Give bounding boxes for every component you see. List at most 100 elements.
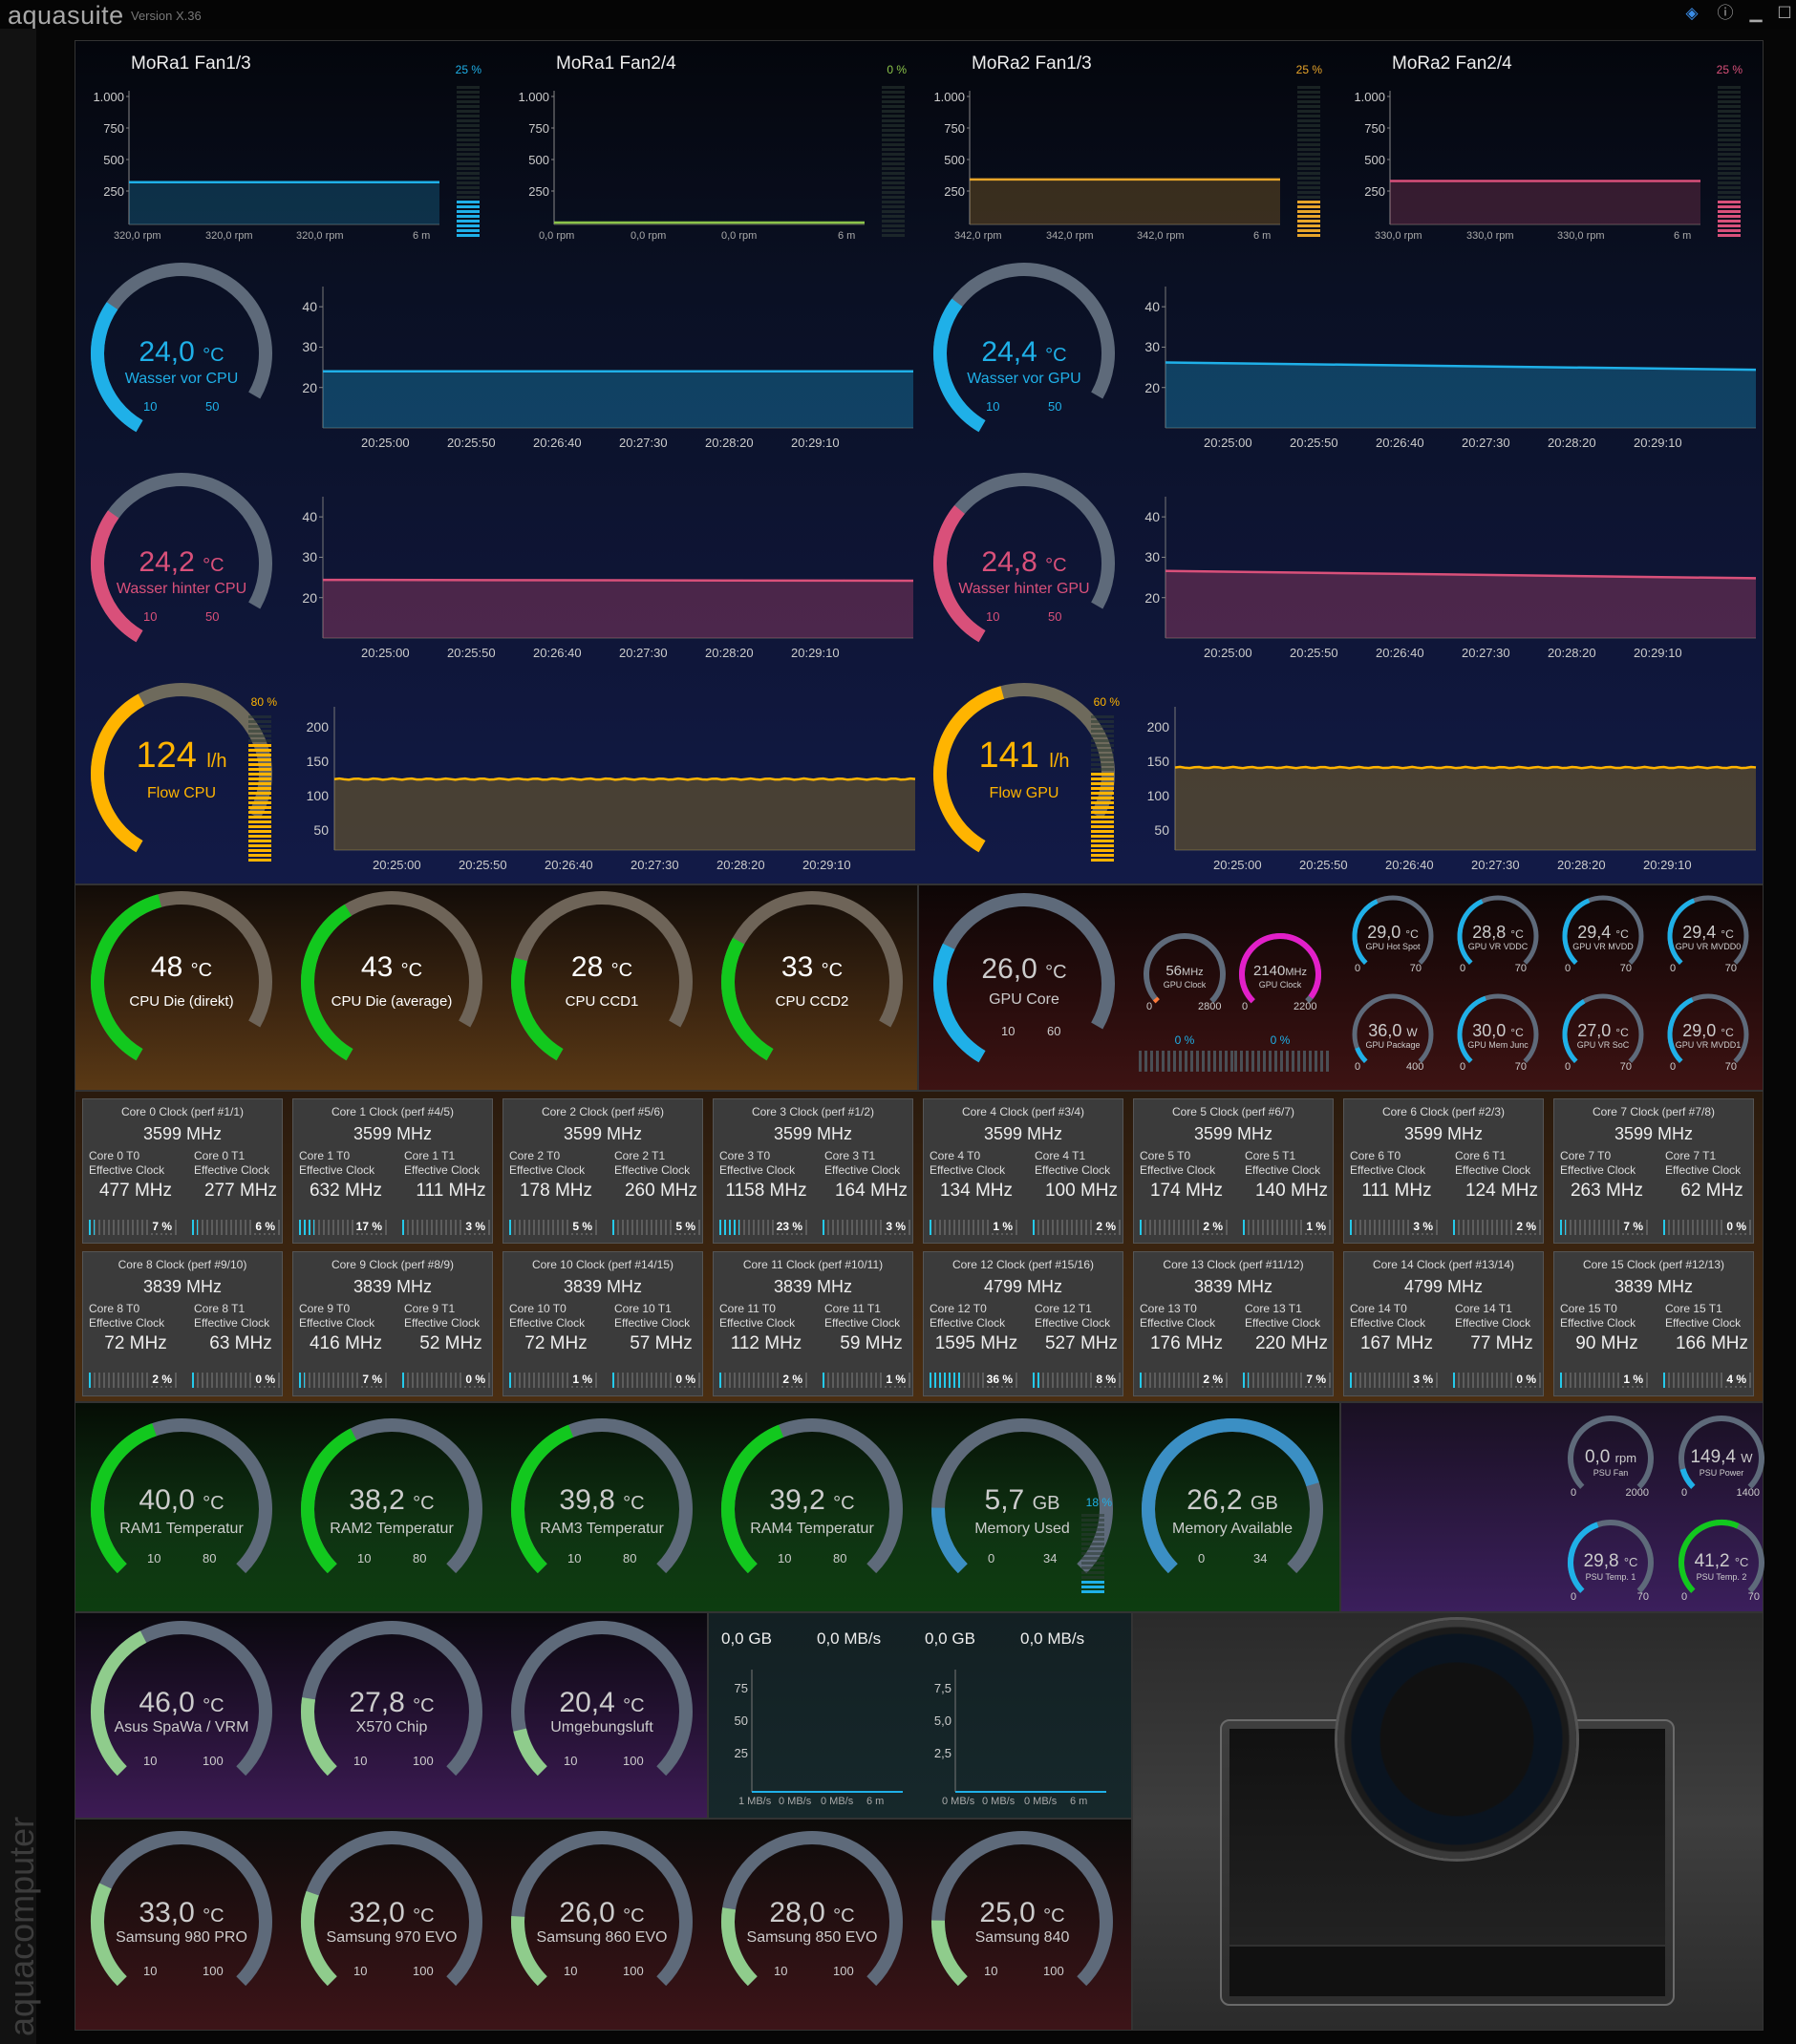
thread-label: Effective Clock bbox=[1665, 1163, 1742, 1177]
thread-load-bar: 1 % bbox=[930, 1220, 1017, 1235]
flow-value-number: 124 bbox=[136, 735, 197, 776]
pump-power-bar-seg bbox=[248, 715, 271, 718]
thread-1: Core 1 T1 Effective Clock 111 MHz bbox=[404, 1149, 498, 1202]
core-title: Core 6 Clock (perf #2/3) bbox=[1381, 1105, 1506, 1118]
water-chart-1-x-tick: 20:25:50 bbox=[1290, 436, 1338, 450]
flow-unit: l/h bbox=[1049, 751, 1070, 772]
water-chart-0-x-tick: 20:25:50 bbox=[447, 436, 496, 450]
gauge-min: 10 bbox=[357, 1551, 372, 1565]
fan-power-bar-seg bbox=[882, 138, 905, 141]
ram-value: 26,2 GB bbox=[1146, 1484, 1318, 1517]
gpu-sensor-value: 27,0 °C bbox=[1555, 1021, 1651, 1041]
gauge-max: 100 bbox=[623, 1964, 644, 1978]
gauge-max: 70 bbox=[1724, 1061, 1737, 1073]
gpu-power-seg bbox=[1315, 1051, 1317, 1072]
fan-y-tick: 750 bbox=[1364, 121, 1385, 136]
thread-load-fill bbox=[823, 1220, 825, 1235]
cpu-temp-unit: °C bbox=[610, 960, 633, 981]
fan-power-bar-seg bbox=[1297, 229, 1320, 232]
thread-name: Core 5 T1 bbox=[1245, 1149, 1296, 1162]
fan-power-bar-seg bbox=[882, 105, 905, 108]
gauge-max: 70 bbox=[1619, 1061, 1632, 1073]
thread-load-pct: 1 % bbox=[885, 1373, 907, 1386]
fan-power-bar-seg bbox=[457, 224, 480, 227]
core-clock: 3839 MHz bbox=[1614, 1277, 1694, 1296]
fan-power-bar-seg bbox=[882, 215, 905, 218]
pump-power-bar-seg bbox=[1091, 730, 1114, 733]
thread-clock: 124 MHz bbox=[1465, 1181, 1539, 1201]
fan-power-bar-seg bbox=[882, 100, 905, 103]
disk-io-stat: 0 MB/s bbox=[942, 1796, 975, 1807]
fan-power-bar-seg bbox=[457, 234, 480, 237]
gpu-clock-value: 56MHz bbox=[1137, 963, 1232, 979]
fan-power-bar-seg bbox=[1718, 124, 1741, 127]
memory-used-bar-seg bbox=[1081, 1576, 1104, 1579]
thread-load-pct: 0 % bbox=[254, 1373, 276, 1386]
thread-1: Core 5 T1 Effective Clock 140 MHz bbox=[1245, 1149, 1338, 1202]
core-card: Core 3 Clock (perf #1/2) 3599 MHz Core 3… bbox=[713, 1098, 913, 1244]
flow-unit: l/h bbox=[206, 751, 227, 772]
cpu-temp-number: 43 bbox=[360, 951, 394, 983]
fan-power-bar-seg bbox=[1718, 158, 1741, 160]
pump-percent: 60 % bbox=[1093, 695, 1120, 709]
psu-label: PSU Temp. 2 bbox=[1696, 1572, 1747, 1582]
memory-used-bar-seg bbox=[1081, 1566, 1104, 1569]
thread-load-fill bbox=[402, 1373, 404, 1388]
psu-unit: °C bbox=[1734, 1555, 1749, 1569]
fan-power-bar-seg bbox=[882, 110, 905, 113]
gpu-sensor-label: GPU Mem Junc bbox=[1467, 1040, 1529, 1050]
fan-power-bar-seg bbox=[1718, 119, 1741, 122]
fan-power-bar-seg bbox=[457, 158, 480, 160]
fan-power-bar-seg bbox=[1297, 124, 1320, 127]
water-chart-3-x-tick: 20:28:20 bbox=[1548, 646, 1596, 660]
fan-power-bar-seg bbox=[1297, 119, 1320, 122]
thread-1: Core 8 T1 Effective Clock 63 MHz bbox=[194, 1302, 288, 1354]
ram-value-number: 40,0 bbox=[139, 1484, 195, 1516]
fan-power-bar-seg bbox=[457, 91, 480, 94]
thread-clock: 632 MHz bbox=[309, 1181, 383, 1201]
gpu-core-label: GPU Core bbox=[989, 991, 1059, 1008]
thread-clock: 263 MHz bbox=[1570, 1181, 1644, 1201]
water-chart-1-x-tick: 20:26:40 bbox=[1376, 436, 1424, 450]
water-chart-2-area bbox=[323, 580, 913, 638]
disks-unit: °C bbox=[413, 1906, 435, 1927]
thread-load-fill bbox=[192, 1373, 194, 1388]
thread-label: Effective Clock bbox=[719, 1163, 796, 1177]
fan-power-bar-seg bbox=[1718, 115, 1741, 117]
thread-load-bar: 5 % bbox=[509, 1220, 597, 1235]
core-title: Core 11 Clock (perf #10/11) bbox=[742, 1258, 884, 1271]
memory-used-bar-seg bbox=[1081, 1590, 1104, 1593]
flow-y-tick: 200 bbox=[1146, 719, 1169, 735]
gauge-max: 80 bbox=[413, 1551, 427, 1565]
fan-power-bar-seg bbox=[457, 105, 480, 108]
ram-value-number: 26,2 bbox=[1187, 1484, 1243, 1516]
water-unit: °C bbox=[1045, 555, 1067, 576]
fan-power-bar-seg bbox=[1297, 105, 1320, 108]
fan-power-bar-seg bbox=[1297, 167, 1320, 170]
thread-1: Core 7 T1 Effective Clock 62 MHz bbox=[1665, 1149, 1759, 1202]
thread-label: Effective Clock bbox=[509, 1163, 586, 1177]
thread-load-bar: 0 % bbox=[1453, 1373, 1541, 1388]
fan-area bbox=[1390, 181, 1700, 224]
gpu-power-seg bbox=[1286, 1051, 1289, 1072]
gauge-max: 50 bbox=[1048, 609, 1062, 624]
thread-name: Core 3 T0 bbox=[719, 1149, 771, 1162]
thread-load-pct: 0 % bbox=[1725, 1220, 1747, 1233]
gpu-sensor-label: GPU VR SoC bbox=[1576, 1040, 1630, 1050]
ram-unit: °C bbox=[203, 1493, 224, 1514]
gpu-clock-gauge-0-fill bbox=[1152, 996, 1160, 1004]
fan-power-bar-seg bbox=[882, 148, 905, 151]
thread-name: Core 2 T1 bbox=[614, 1149, 666, 1162]
fan-power-bar-seg bbox=[882, 167, 905, 170]
flow-y-tick: 50 bbox=[1154, 821, 1169, 838]
board-value: 27,8 °C bbox=[306, 1687, 478, 1719]
fan-power-bar-seg bbox=[882, 86, 905, 89]
core-card: Core 4 Clock (perf #3/4) 3599 MHz Core 4… bbox=[923, 1098, 1123, 1244]
water-label: Wasser vor CPU bbox=[124, 371, 239, 387]
fan-stat: 330,0 rpm bbox=[1375, 230, 1422, 242]
gauge-max: 2800 bbox=[1198, 1001, 1222, 1012]
pump-power-bar-seg bbox=[1091, 720, 1114, 723]
thread-load-pct: 2 % bbox=[781, 1373, 803, 1386]
fan-area bbox=[970, 179, 1280, 224]
core-card: Core 15 Clock (perf #12/13) 3839 MHz Cor… bbox=[1553, 1251, 1754, 1396]
